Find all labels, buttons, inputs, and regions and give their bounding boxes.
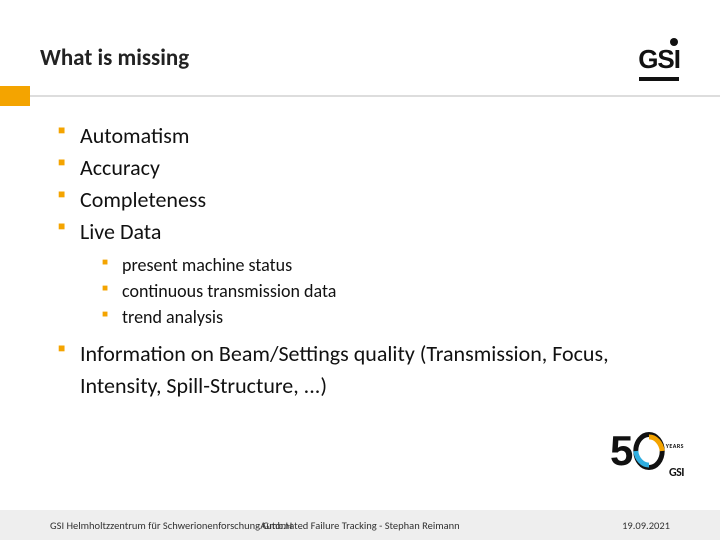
bullet-item: Live Data present machine status continu… (58, 216, 672, 330)
bullet-label: Completeness (80, 186, 206, 213)
sub-bullet-label: trend analysis (122, 306, 223, 328)
bullet-list: Automatism Accuracy Completeness Live Da… (58, 120, 672, 402)
sub-bullet-label: present machine status (122, 254, 292, 276)
logo-dot-icon (670, 38, 678, 46)
bullet-label: Automatism (80, 122, 189, 149)
bullet-item: Automatism (58, 120, 672, 152)
anniv-five: 5 (610, 430, 633, 472)
footer-date: 19.09.2021 (622, 519, 670, 532)
bullet-label: Accuracy (80, 154, 160, 181)
sub-bullet-item: continuous transmission data (102, 278, 672, 304)
gsi-logo: GSI (638, 44, 680, 81)
bullet-label: Information on Beam/Settings quality (Tr… (80, 340, 609, 399)
accent-bar-icon (0, 86, 30, 106)
sub-bullet-item: present machine status (102, 252, 672, 278)
anniv-org-label: GSI (669, 466, 684, 480)
slide-content: Automatism Accuracy Completeness Live Da… (58, 120, 672, 402)
slide-header: What is missing GSI (40, 44, 680, 82)
logo-underline-icon (639, 77, 679, 81)
sub-bullet-list: present machine status continuous transm… (102, 252, 672, 330)
bullet-item: Completeness (58, 184, 672, 216)
footer-talk: Automated Failure Tracking - Stephan Rei… (0, 519, 720, 532)
sub-bullet-item: trend analysis (102, 304, 672, 330)
header-rule (30, 95, 720, 97)
slide: What is missing GSI Automatism Accuracy … (0, 0, 720, 540)
sub-bullet-label: continuous transmission data (122, 280, 336, 302)
bullet-item: Information on Beam/Settings quality (Tr… (58, 338, 672, 402)
slide-title: What is missing (40, 44, 680, 72)
anniv-years-label: YEARS (666, 442, 684, 450)
bullet-item: Accuracy (58, 152, 672, 184)
anniversary-logo: 5 YEARS GSI (610, 430, 682, 482)
anniv-zero-icon (632, 432, 666, 470)
bullet-label: Live Data (80, 218, 161, 245)
slide-footer: GSI Helmholtzzentrum für Schwerionenfors… (0, 510, 720, 540)
